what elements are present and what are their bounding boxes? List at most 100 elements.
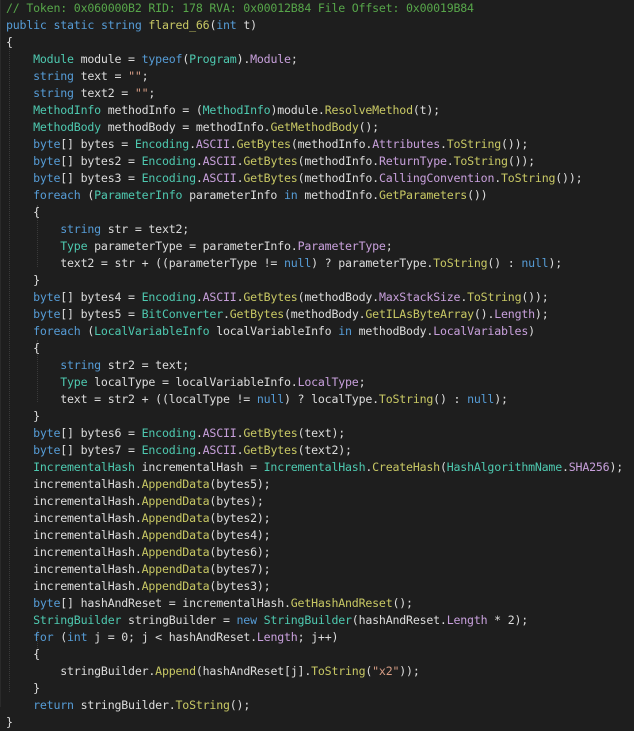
code-token-kw: byte xyxy=(33,154,61,168)
code-token-plain: (bytes4); xyxy=(209,528,271,542)
code-token-type: IncrementalHash xyxy=(263,460,366,474)
code-token-plain: incrementalHash = xyxy=(134,460,264,474)
code-token-type: Encoding xyxy=(141,290,196,304)
code-token-method: ToString xyxy=(175,698,230,712)
code-token-plain: text2 = str + ((parameterType != xyxy=(6,256,284,270)
code-line: string text2 = ""; xyxy=(6,85,155,102)
code-token-method: ToString xyxy=(311,664,366,678)
code-token-plain: ) ? parameterType. xyxy=(311,256,434,270)
code-token-method: ToString xyxy=(453,154,508,168)
code-token-plain: ). xyxy=(236,52,251,66)
code-token-member: ParameterType xyxy=(297,239,386,253)
code-line: return stringBuilder.ToString(); xyxy=(6,697,250,714)
code-token-plain: ( xyxy=(80,324,95,338)
code-token-member: Length xyxy=(256,630,298,644)
code-token-plain: ; xyxy=(141,69,149,83)
code-line: Type localType = localVariableInfo.Local… xyxy=(6,374,365,391)
code-token-plain: . xyxy=(229,137,237,151)
code-token-plain: (text); xyxy=(297,426,346,440)
code-line: { xyxy=(6,204,40,221)
code-token-kw: null xyxy=(467,392,495,406)
code-line: byte[] bytes7 = Encoding.ASCII.GetBytes(… xyxy=(6,442,352,459)
code-token-kw: byte xyxy=(33,443,61,457)
code-token-plain: } xyxy=(6,715,13,729)
code-token-plain: [] bytes7 = xyxy=(60,443,142,457)
code-token-type: Encoding xyxy=(141,426,196,440)
code-token-plain: () : xyxy=(487,256,522,270)
code-line: text2 = str + ((parameterType != null) ?… xyxy=(6,255,562,272)
code-token-kw: byte xyxy=(33,426,61,440)
code-token-plain: ()) xyxy=(467,188,488,202)
code-token-plain: text = xyxy=(73,69,129,83)
code-token-kw: for xyxy=(33,630,54,644)
code-line: incrementalHash.AppendData(bytes3); xyxy=(6,578,271,595)
code-token-plain: (bytes6); xyxy=(209,545,271,559)
code-token-plain: (bytes5); xyxy=(209,477,271,491)
code-token-plain: incrementalHash. xyxy=(6,579,142,593)
code-token-method: GetBytes xyxy=(236,137,291,151)
code-line: incrementalHash.AppendData(bytes4); xyxy=(6,527,271,544)
code-line: { xyxy=(6,340,40,357)
code-token-kw: public xyxy=(6,18,47,32)
code-token-plain: (); xyxy=(229,698,251,712)
code-token-member: Length xyxy=(446,613,488,627)
code-line: Module module = typeof(Program).Module; xyxy=(6,51,298,68)
code-token-kw: null xyxy=(283,256,312,270)
code-line: } xyxy=(6,714,13,731)
code-line: public static string flared_66(int t) xyxy=(6,17,257,34)
code-token-plain: [] hashAndReset = incrementalHash. xyxy=(60,596,291,610)
code-token-method: GetILAsByteArray xyxy=(365,307,474,321)
code-line: } xyxy=(6,408,40,425)
code-token-kw: string xyxy=(60,222,101,236)
code-token-member: ASCII xyxy=(202,290,237,304)
code-line: incrementalHash.AppendData(bytes5); xyxy=(6,476,271,493)
code-token-kw: int xyxy=(216,18,237,32)
code-token-plain: stringBuilder. xyxy=(73,698,176,712)
code-token-type: Type xyxy=(60,375,88,389)
code-token-plain: localType = localVariableInfo. xyxy=(87,375,298,389)
code-token-plain: { xyxy=(6,35,13,49)
code-token-kw: string xyxy=(33,69,74,83)
code-token-plain: . xyxy=(195,443,203,457)
code-token-type: Type xyxy=(60,239,88,253)
code-token-method: GetBytes xyxy=(229,307,285,321)
code-line: byte[] hashAndReset = incrementalHash.Ge… xyxy=(6,595,413,612)
code-token-kw: return xyxy=(33,698,74,712)
code-editor[interactable]: // Token: 0x060000B2 RID: 178 RVA: 0x000… xyxy=(0,0,634,729)
code-line: incrementalHash.AppendData(bytes2); xyxy=(6,510,271,527)
code-token-plain: incrementalHash. xyxy=(6,545,142,559)
code-token-plain: [] bytes6 = xyxy=(60,426,142,440)
code-line: byte[] bytes2 = Encoding.ASCII.GetBytes(… xyxy=(6,153,535,170)
code-token-plain: (hashAndReset[j]. xyxy=(195,664,312,678)
code-token-plain: . xyxy=(195,426,203,440)
code-token-plain: ()); xyxy=(521,290,549,304)
code-token-plain: (methodInfo. xyxy=(297,154,380,168)
code-token-plain: )module. xyxy=(270,103,325,117)
code-token-kw: typeof xyxy=(141,52,183,66)
code-token-type: StringBuilder xyxy=(33,613,122,627)
code-line: byte[] bytes6 = Encoding.ASCII.GetBytes(… xyxy=(6,425,345,442)
code-token-plain: } xyxy=(6,681,40,695)
code-token-plain: ); xyxy=(548,256,562,270)
code-token-kw: byte xyxy=(33,290,61,304)
code-token-plain: (); xyxy=(358,120,380,134)
code-token-plain: module = xyxy=(73,52,142,66)
code-token-method: ToString xyxy=(433,256,488,270)
code-token-kw: null xyxy=(256,392,284,406)
code-token-plain: [] bytes4 = xyxy=(60,290,142,304)
code-token-method: AppendData xyxy=(141,579,210,593)
code-token-method: Append xyxy=(155,664,196,678)
code-token-kw: string xyxy=(100,18,142,32)
code-token-method: AppendData xyxy=(141,494,210,508)
